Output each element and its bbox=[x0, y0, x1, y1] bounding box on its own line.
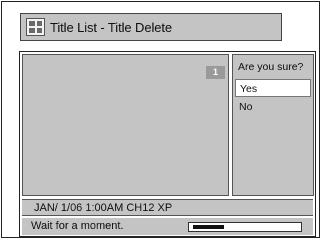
title-preview: 1 bbox=[22, 54, 229, 196]
yes-option[interactable]: Yes bbox=[235, 79, 311, 97]
confirm-dialog: Are you sure? Yes No bbox=[232, 54, 314, 196]
no-option[interactable]: No bbox=[235, 98, 311, 116]
screen-title: Title List - Title Delete bbox=[50, 20, 173, 35]
screen-frame: Title List - Title Delete 1 Are you sure… bbox=[1, 1, 320, 238]
title-number-badge: 1 bbox=[206, 66, 225, 79]
title-list-icon bbox=[26, 18, 45, 36]
title-bar: Title List - Title Delete bbox=[20, 13, 282, 41]
recording-info-bar: JAN/ 1/06 1:00AM CH12 XP bbox=[22, 199, 313, 216]
status-bar: Wait for a moment. bbox=[22, 218, 313, 235]
main-panel: 1 Are you sure? Yes No JAN/ 1/06 1:00AM … bbox=[19, 51, 316, 237]
recording-info: JAN/ 1/06 1:00AM CH12 XP bbox=[34, 202, 173, 214]
status-message: Wait for a moment. bbox=[31, 220, 124, 232]
confirm-question: Are you sure? bbox=[238, 61, 304, 73]
progress-fill bbox=[193, 225, 224, 229]
progress-bar bbox=[188, 222, 302, 232]
